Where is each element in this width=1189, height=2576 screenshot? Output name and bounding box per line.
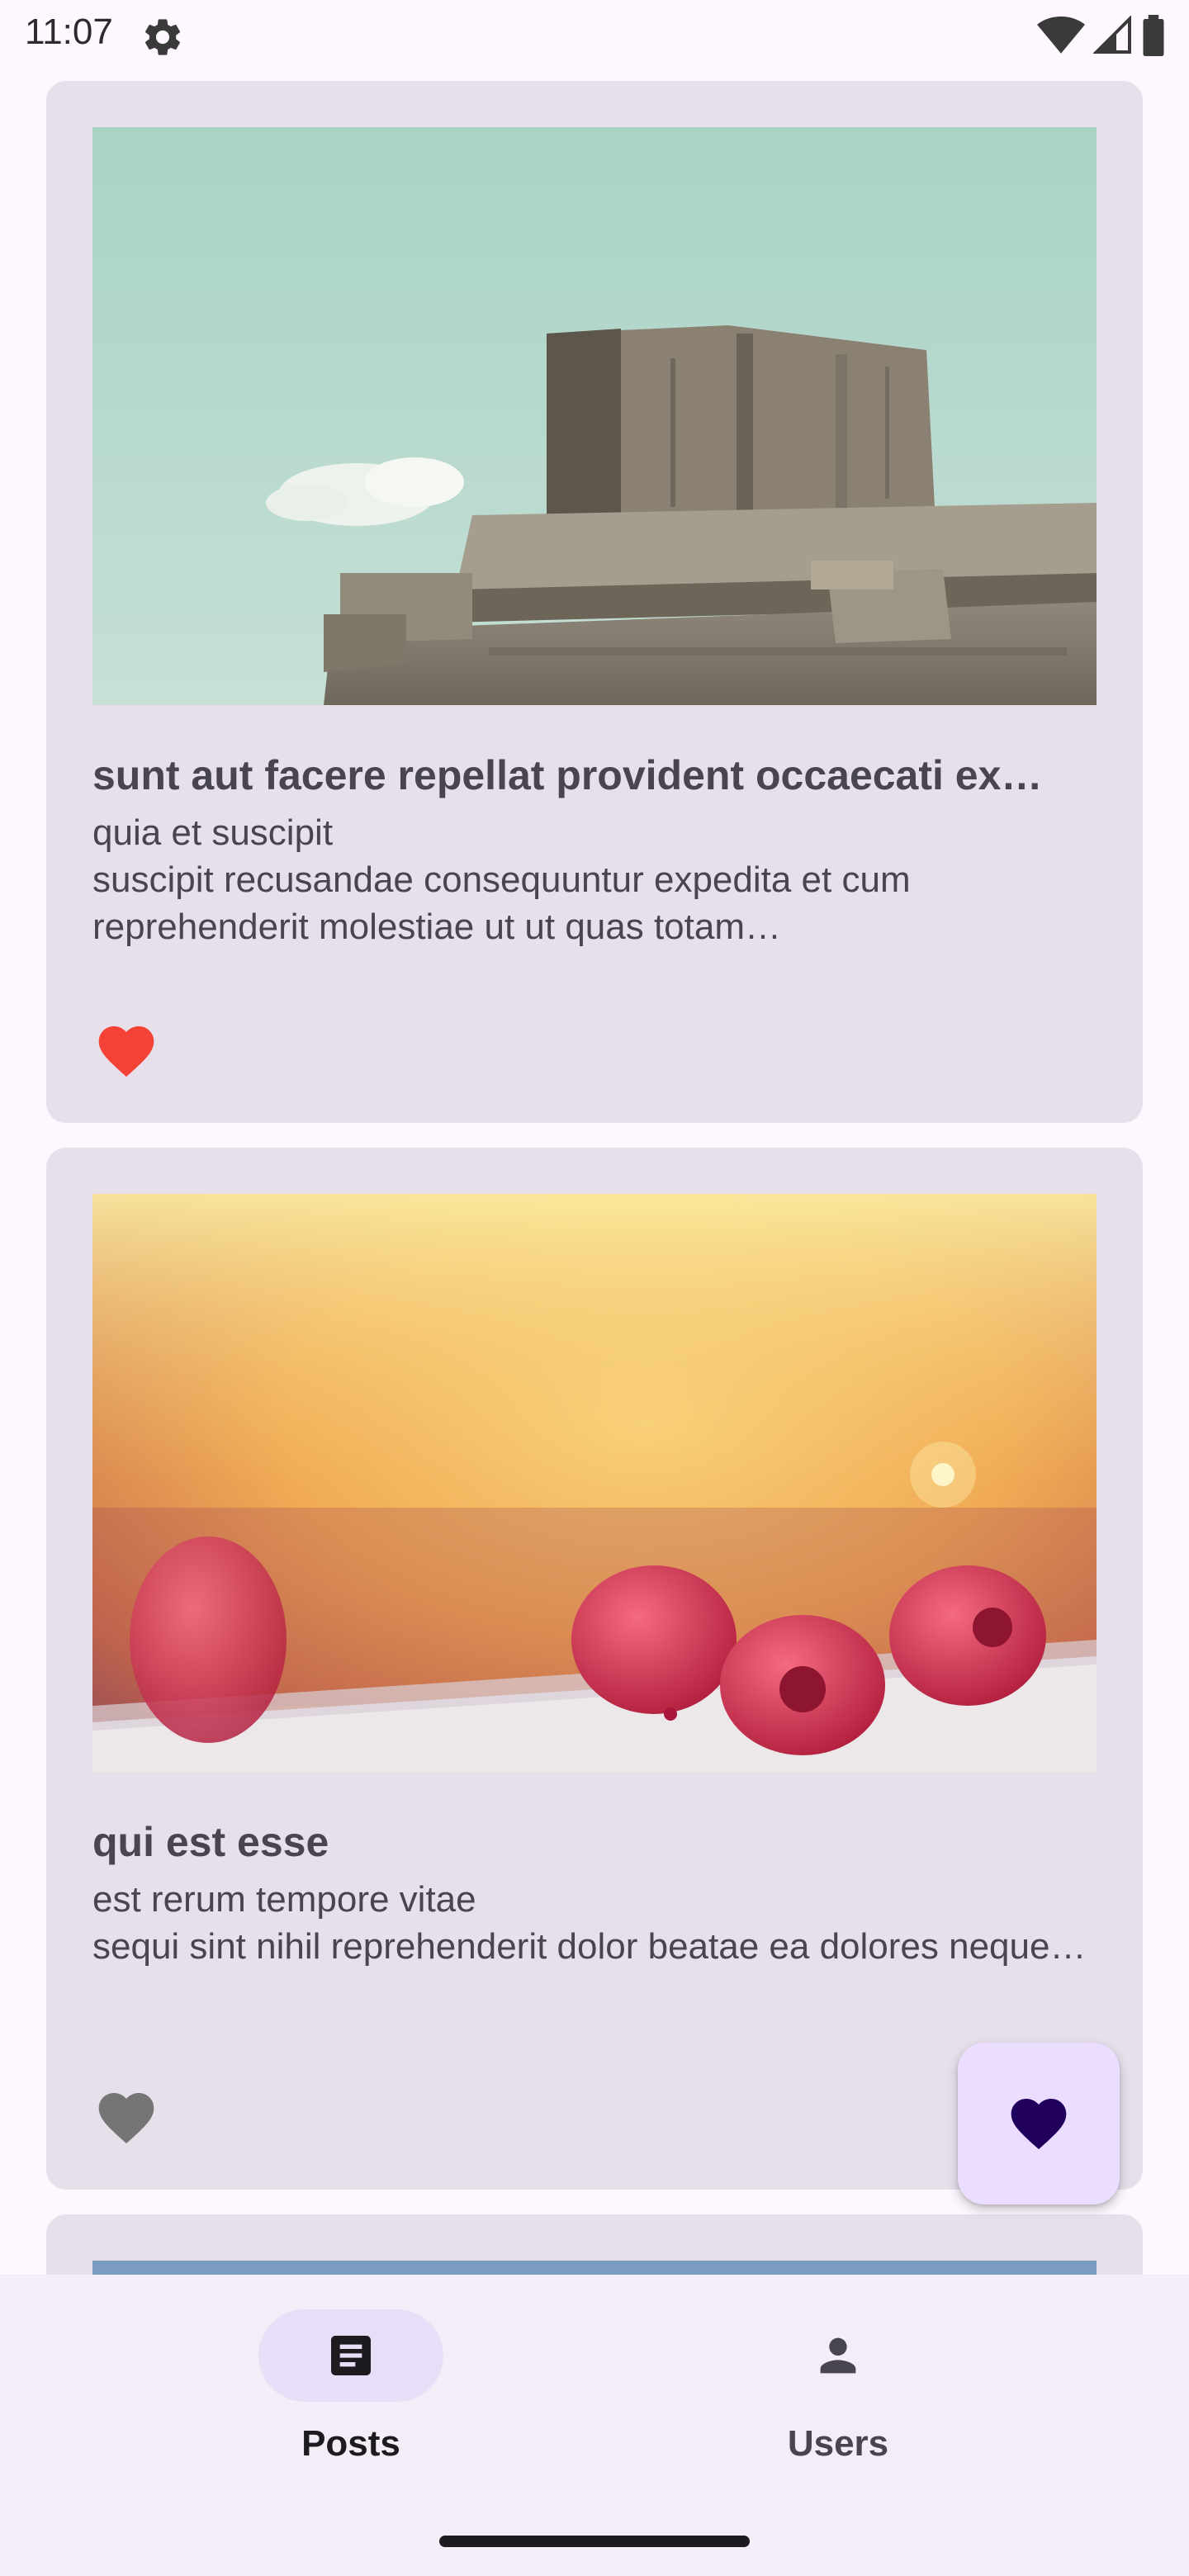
- post-card[interactable]: sunt aut facere repellat provident occae…: [46, 81, 1143, 1123]
- nav-label-users: Users: [787, 2423, 889, 2464]
- posts-feed[interactable]: sunt aut facere repellat provident occae…: [0, 0, 1189, 2275]
- post-card[interactable]: qui est esse est rerum tempore vitae seq…: [46, 1148, 1143, 2190]
- post-image: [92, 2261, 1097, 2275]
- bottom-navigation: Posts Users: [0, 2275, 1189, 2506]
- post-card[interactable]: [46, 2214, 1143, 2275]
- favorite-button[interactable]: [89, 1014, 163, 1088]
- heart-outline-icon: [98, 2093, 154, 2144]
- nav-item-users[interactable]: Users: [673, 2275, 1003, 2506]
- post-image: [92, 1194, 1097, 1772]
- post-title: qui est esse: [92, 1819, 329, 1865]
- nav-label-posts: Posts: [301, 2423, 400, 2464]
- person-icon: [820, 2337, 856, 2374]
- post-body: est rerum tempore vitae sequi sint nihil…: [92, 1879, 1087, 1967]
- heart-icon: [98, 1026, 154, 1077]
- heart-icon: [1011, 2099, 1067, 2150]
- gesture-area: [0, 2506, 1189, 2576]
- post-title: sunt aut facere repellat provident occae…: [92, 752, 1043, 798]
- gesture-handle[interactable]: [439, 2536, 750, 2547]
- article-icon: [331, 2336, 371, 2375]
- post-image: [92, 127, 1097, 705]
- favorites-fab[interactable]: [958, 2043, 1120, 2204]
- nav-item-posts[interactable]: Posts: [186, 2275, 516, 2506]
- post-body: quia et suscipit suscipit recusandae con…: [92, 812, 911, 947]
- favorite-button[interactable]: [89, 2081, 163, 2155]
